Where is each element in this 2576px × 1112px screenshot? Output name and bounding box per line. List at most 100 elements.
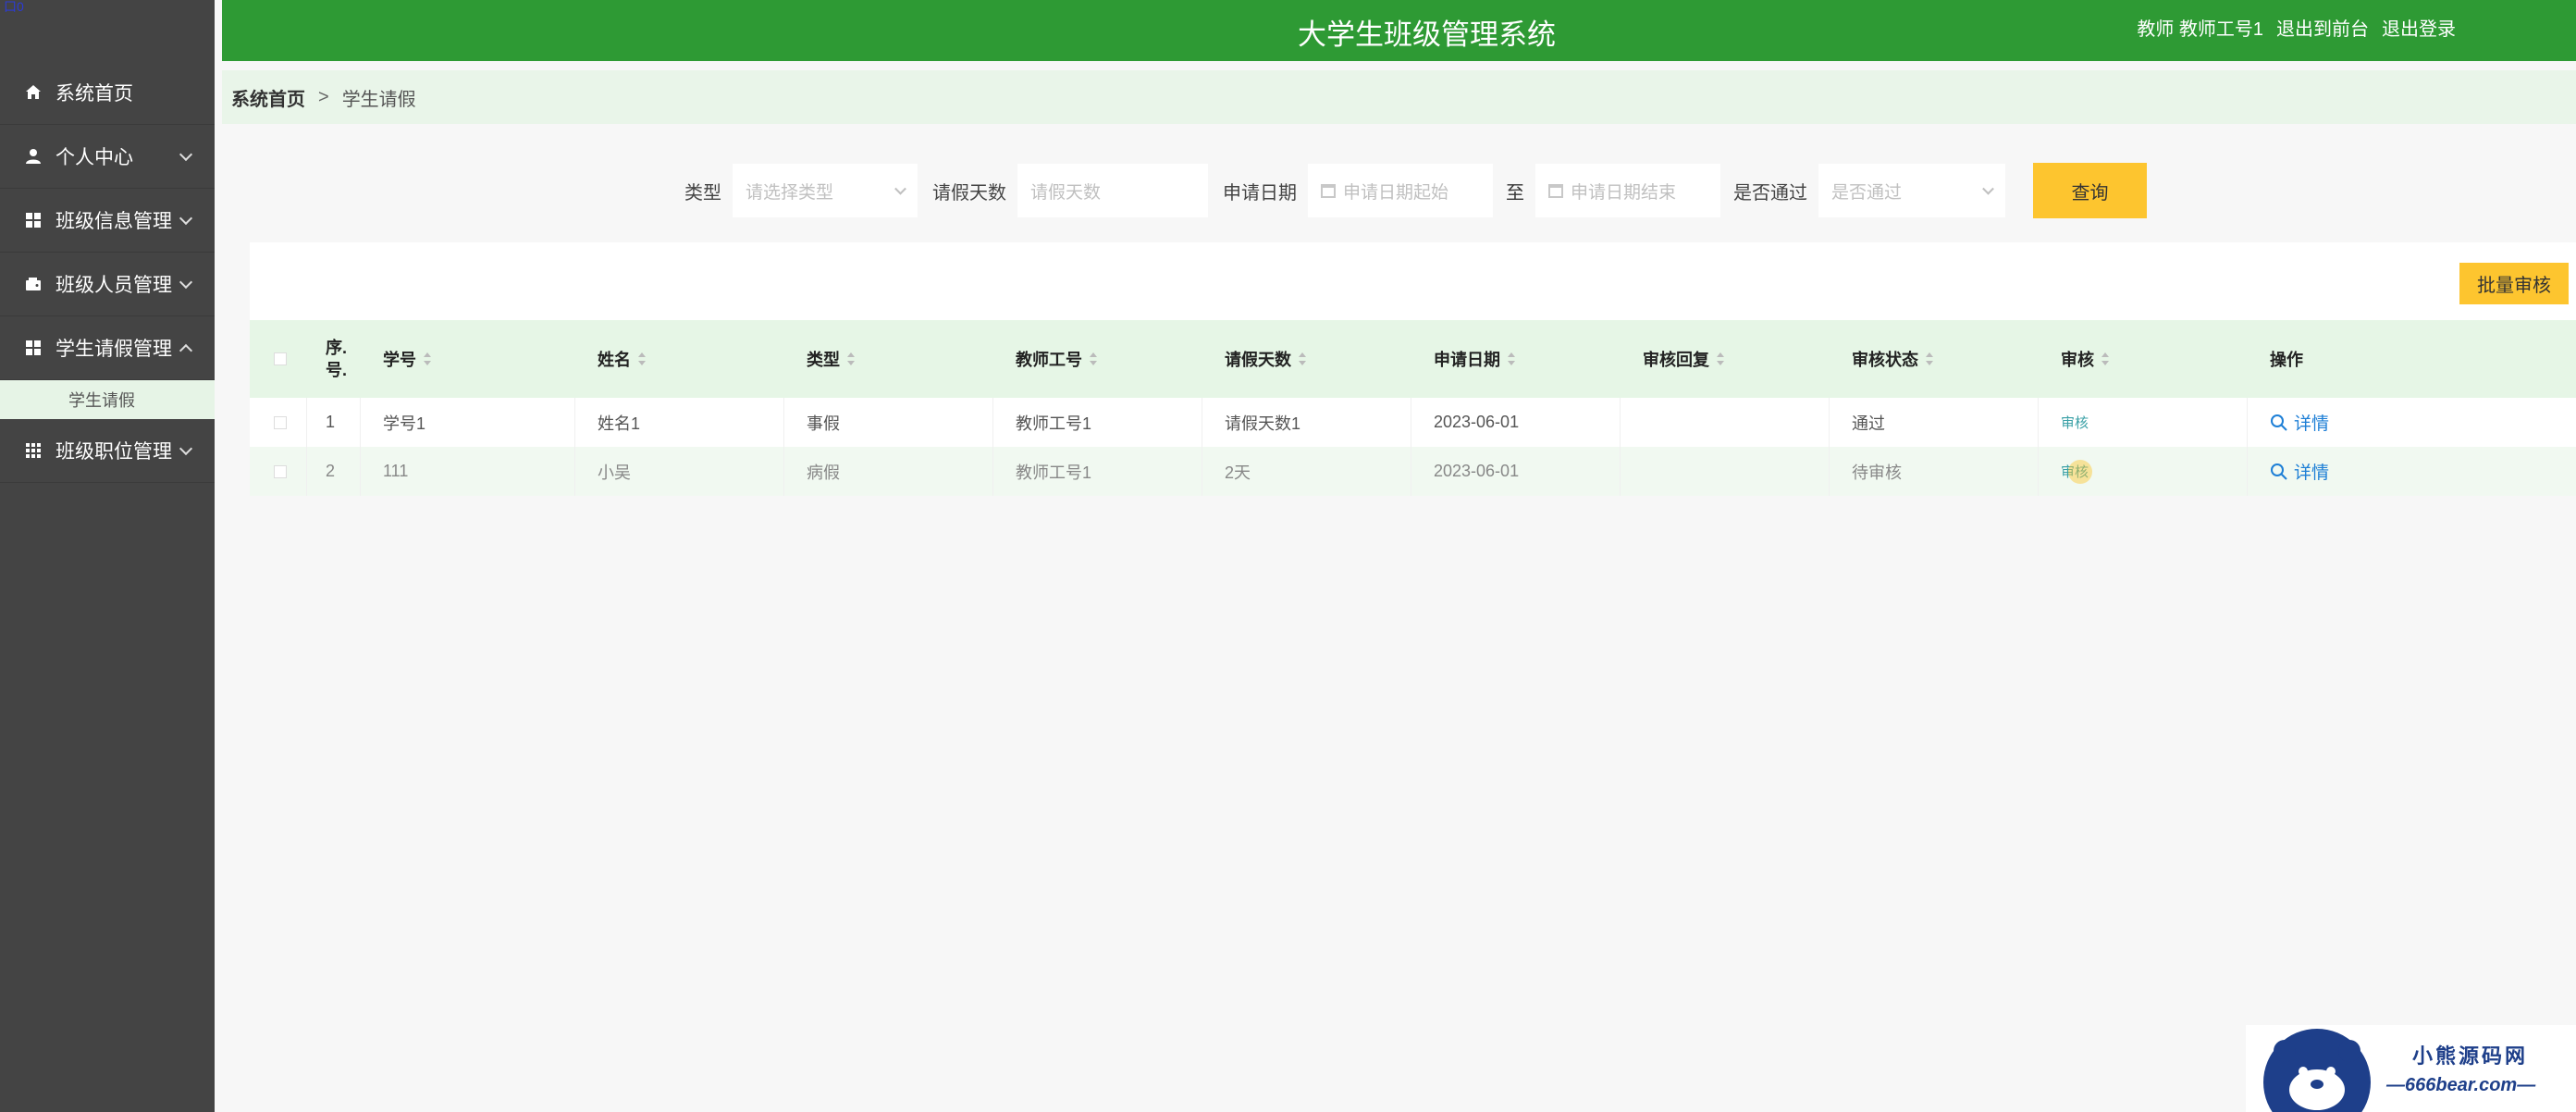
cell-type: 事假 bbox=[784, 398, 993, 447]
sort-icon bbox=[1717, 352, 1724, 365]
cell-days: 请假天数1 bbox=[1202, 398, 1411, 447]
table-row: 1 学号1 姓名1 事假 教师工号1 请假天数1 2023-06-01 通过 审… bbox=[250, 398, 2576, 447]
col-student-no[interactable]: 学号 bbox=[361, 320, 575, 398]
cell-date: 2023-06-01 bbox=[1411, 398, 1621, 447]
cell-date: 2023-06-01 bbox=[1411, 447, 1621, 496]
watermark-title: 小熊源码网 bbox=[2412, 1044, 2529, 1068]
date-start-placeholder: 申请日期起始 bbox=[1343, 182, 1449, 203]
sort-icon bbox=[1299, 352, 1306, 365]
date-end-placeholder: 申请日期结束 bbox=[1571, 182, 1677, 203]
calendar-icon bbox=[1548, 183, 1563, 198]
cell-status: 待审核 bbox=[1830, 447, 2039, 496]
days-label: 请假天数 bbox=[932, 182, 1006, 204]
bear-logo-icon bbox=[2263, 1029, 2371, 1112]
col-reply[interactable]: 审核回复 bbox=[1621, 320, 1830, 398]
detail-button[interactable]: 详情 bbox=[2270, 410, 2329, 435]
col-type[interactable]: 类型 bbox=[784, 320, 993, 398]
select-all-checkbox[interactable] bbox=[250, 320, 307, 398]
back-to-front-link[interactable]: 退出到前台 bbox=[2276, 14, 2369, 41]
type-placeholder: 请选择类型 bbox=[746, 182, 834, 203]
sidebar-item-class-members[interactable]: 班级人员管理 bbox=[0, 253, 215, 316]
sidebar-item-positions[interactable]: 班级职位管理 bbox=[0, 419, 215, 483]
days-input[interactable]: 请假天数 bbox=[1017, 164, 1208, 217]
to-label: 至 bbox=[1506, 182, 1524, 204]
table-row: 2 111 小吴 病假 教师工号1 2天 2023-06-01 待审核 审核 详… bbox=[250, 447, 2576, 496]
pass-select[interactable]: 是否通过 bbox=[1818, 164, 2005, 217]
sidebar-item-label: 个人中心 bbox=[55, 147, 133, 168]
col-audit[interactable]: 审核 bbox=[2039, 320, 2248, 398]
date-end-input[interactable]: 申请日期结束 bbox=[1535, 164, 1720, 217]
pass-placeholder: 是否通过 bbox=[1831, 182, 1903, 203]
date-start-input[interactable]: 申请日期起始 bbox=[1308, 164, 1493, 217]
sidebar-item-profile[interactable]: 个人中心 bbox=[0, 125, 215, 189]
calendar-icon bbox=[1321, 183, 1336, 198]
chevron-down-icon bbox=[179, 147, 193, 162]
cell-actions: 详情 bbox=[2248, 447, 2571, 496]
cell-name: 姓名1 bbox=[575, 398, 784, 447]
user-icon bbox=[24, 147, 43, 166]
chevron-down-icon bbox=[179, 441, 193, 456]
sidebar-item-label: 班级信息管理 bbox=[55, 211, 172, 232]
col-actions: 操作 bbox=[2270, 351, 2303, 369]
batch-audit-button[interactable]: 批量审核 bbox=[2459, 263, 2569, 304]
query-button[interactable]: 查询 bbox=[2033, 163, 2147, 218]
breadcrumb-home[interactable]: 系统首页 bbox=[231, 84, 305, 111]
type-label: 类型 bbox=[684, 182, 721, 204]
breadcrumb-current: 学生请假 bbox=[341, 89, 416, 110]
header-user-area: 教师 教师工号1 退出到前台 退出登录 bbox=[2137, 14, 2456, 41]
chevron-down-icon bbox=[179, 211, 193, 226]
days-placeholder: 请假天数 bbox=[1030, 182, 1102, 203]
type-select[interactable]: 请选择类型 bbox=[733, 164, 918, 217]
search-icon bbox=[2271, 414, 2287, 431]
col-teacher-no[interactable]: 教师工号 bbox=[993, 320, 1202, 398]
table-header: 序.号. 学号 姓名 类型 教师工号 请假天数 申请日期 审核回复 审核状态 审… bbox=[250, 320, 2576, 398]
col-days[interactable]: 请假天数 bbox=[1202, 320, 1411, 398]
row-checkbox[interactable] bbox=[250, 447, 307, 496]
top-header: 大学生班级管理系统 教师 教师工号1 退出到前台 退出登录 bbox=[222, 0, 2576, 61]
leave-table: 序.号. 学号 姓名 类型 教师工号 请假天数 申请日期 审核回复 审核状态 审… bbox=[250, 320, 2576, 496]
cell-name: 小吴 bbox=[575, 447, 784, 496]
sidebar-subitem-student-leave[interactable]: 学生请假 bbox=[0, 380, 215, 419]
user-role: 教师 教师工号1 bbox=[2137, 19, 2263, 40]
row-index: 1 bbox=[307, 398, 361, 447]
sort-icon bbox=[424, 352, 431, 365]
cell-status: 通过 bbox=[1830, 398, 2039, 447]
sort-icon bbox=[638, 352, 646, 365]
sidebar: 口0 系统首页 个人中心 班级信息管理 班级人员管理 学生请假管理 学生请假 班… bbox=[0, 0, 215, 1112]
chevron-down-icon bbox=[1982, 182, 1994, 195]
sort-icon bbox=[1926, 352, 1933, 365]
cell-student-no: 学号1 bbox=[361, 398, 575, 447]
sidebar-item-label: 学生请假管理 bbox=[55, 339, 172, 360]
cell-actions: 详情 bbox=[2248, 398, 2571, 447]
audit-link[interactable]: 审核 bbox=[2061, 413, 2089, 432]
row-checkbox[interactable] bbox=[250, 398, 307, 447]
breadcrumb: 系统首页 > 学生请假 bbox=[222, 70, 2576, 124]
chevron-down-icon bbox=[179, 275, 193, 290]
chevron-down-icon bbox=[894, 182, 906, 195]
date-label: 申请日期 bbox=[1223, 182, 1297, 204]
watermark: 小熊源码网 —666bear.com— bbox=[2246, 1025, 2576, 1112]
col-status[interactable]: 审核状态 bbox=[1830, 320, 2039, 398]
sidebar-item-class-info[interactable]: 班级信息管理 bbox=[0, 189, 215, 253]
col-name[interactable]: 姓名 bbox=[575, 320, 784, 398]
cell-days: 2天 bbox=[1202, 447, 1411, 496]
sidebar-item-leave[interactable]: 学生请假管理 bbox=[0, 316, 215, 380]
sidebar-item-label: 班级人员管理 bbox=[55, 275, 172, 296]
col-date[interactable]: 申请日期 bbox=[1411, 320, 1621, 398]
grid-icon bbox=[24, 339, 43, 357]
row-index: 2 bbox=[307, 447, 361, 496]
wallet-icon bbox=[24, 275, 43, 293]
cell-reply bbox=[1621, 398, 1830, 447]
logout-link[interactable]: 退出登录 bbox=[2382, 14, 2456, 41]
cell-student-no: 111 bbox=[361, 447, 575, 496]
apps-icon bbox=[24, 441, 43, 460]
sort-icon bbox=[2101, 352, 2109, 365]
search-filters: 类型 请选择类型 请假天数 请假天数 申请日期 申请日期起始 至 申请日期结束 … bbox=[684, 163, 2147, 218]
detail-button[interactable]: 详情 bbox=[2270, 459, 2329, 484]
sidebar-item-label: 系统首页 bbox=[55, 83, 133, 105]
search-icon bbox=[2271, 463, 2287, 480]
sidebar-item-home[interactable]: 系统首页 bbox=[0, 61, 215, 125]
home-icon bbox=[24, 83, 43, 102]
pass-label: 是否通过 bbox=[1733, 182, 1807, 204]
mouse-cursor-highlight bbox=[2068, 460, 2092, 484]
